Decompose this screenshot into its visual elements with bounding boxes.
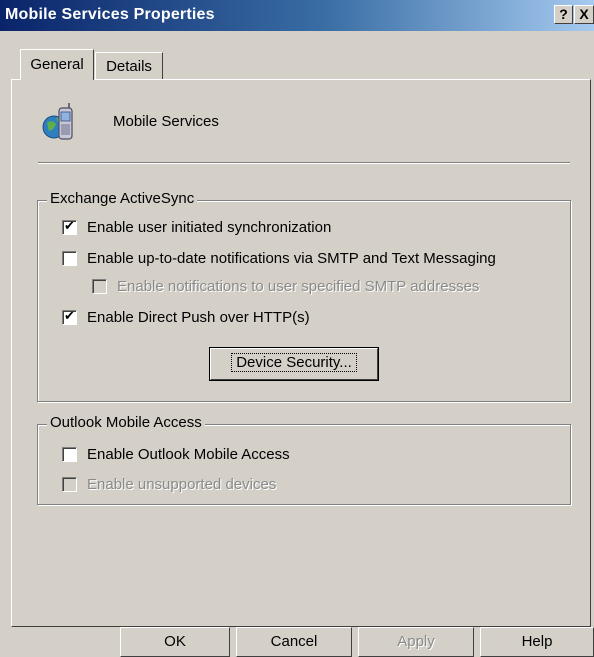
mobile-phone-globe-icon — [42, 103, 73, 140]
separator-line — [38, 162, 570, 164]
unsupported-devices-option: Enable unsupported devices — [62, 476, 276, 493]
ok-button[interactable]: OK — [120, 627, 230, 657]
unsupported-devices-checkbox — [62, 477, 77, 492]
enable-oma-label: Enable Outlook Mobile Access — [87, 446, 290, 463]
smtp-notifications-label: Enable notifications to user specified S… — [117, 278, 480, 295]
tab-details[interactable]: Details — [95, 52, 163, 79]
help-dialog-button[interactable]: Help — [480, 627, 594, 657]
device-security-label: Device Security... — [231, 353, 357, 372]
help-button[interactable]: ? — [554, 5, 573, 24]
unsupported-devices-label: Enable unsupported devices — [87, 476, 277, 493]
tab-general[interactable]: General — [20, 49, 94, 80]
smtp-notifications-option: Enable notifications to user specified S… — [92, 278, 479, 295]
user-initiated-sync-checkbox[interactable] — [62, 218, 77, 235]
user-initiated-sync-option[interactable]: Enable user initiated synchronization — [62, 218, 332, 236]
apply-label: Apply — [397, 633, 435, 650]
apply-button: Apply — [358, 627, 474, 657]
tab-general-label: General — [30, 56, 84, 73]
user-initiated-sync-label: Enable user initiated synchronization — [87, 219, 332, 236]
exchange-activesync-legend: Exchange ActiveSync — [47, 190, 198, 207]
close-button[interactable]: X — [574, 5, 594, 24]
direct-push-label: Enable Direct Push over HTTP(s) — [87, 309, 310, 326]
cancel-button[interactable]: Cancel — [236, 627, 352, 657]
ok-label: OK — [164, 633, 186, 650]
direct-push-option[interactable]: Enable Direct Push over HTTP(s) — [62, 308, 310, 326]
window-title: Mobile Services Properties — [5, 6, 215, 23]
service-name: Mobile Services — [113, 113, 219, 130]
direct-push-checkbox[interactable] — [62, 308, 77, 325]
smtp-notifications-checkbox — [92, 279, 107, 294]
enable-oma-option[interactable]: Enable Outlook Mobile Access — [62, 446, 290, 463]
enable-oma-checkbox[interactable] — [62, 447, 77, 462]
up-to-date-notifications-checkbox[interactable] — [62, 251, 77, 266]
up-to-date-notifications-option[interactable]: Enable up-to-date notifications via SMTP… — [62, 250, 496, 267]
up-to-date-notifications-label: Enable up-to-date notifications via SMTP… — [87, 250, 496, 267]
device-security-button[interactable]: Device Security... — [209, 347, 379, 381]
help-label: Help — [521, 633, 553, 650]
tab-details-label: Details — [106, 58, 152, 75]
outlook-mobile-access-legend: Outlook Mobile Access — [47, 414, 205, 431]
title-bar[interactable]: Mobile Services Properties ? X — [0, 0, 594, 31]
cancel-label: Cancel — [270, 633, 318, 650]
